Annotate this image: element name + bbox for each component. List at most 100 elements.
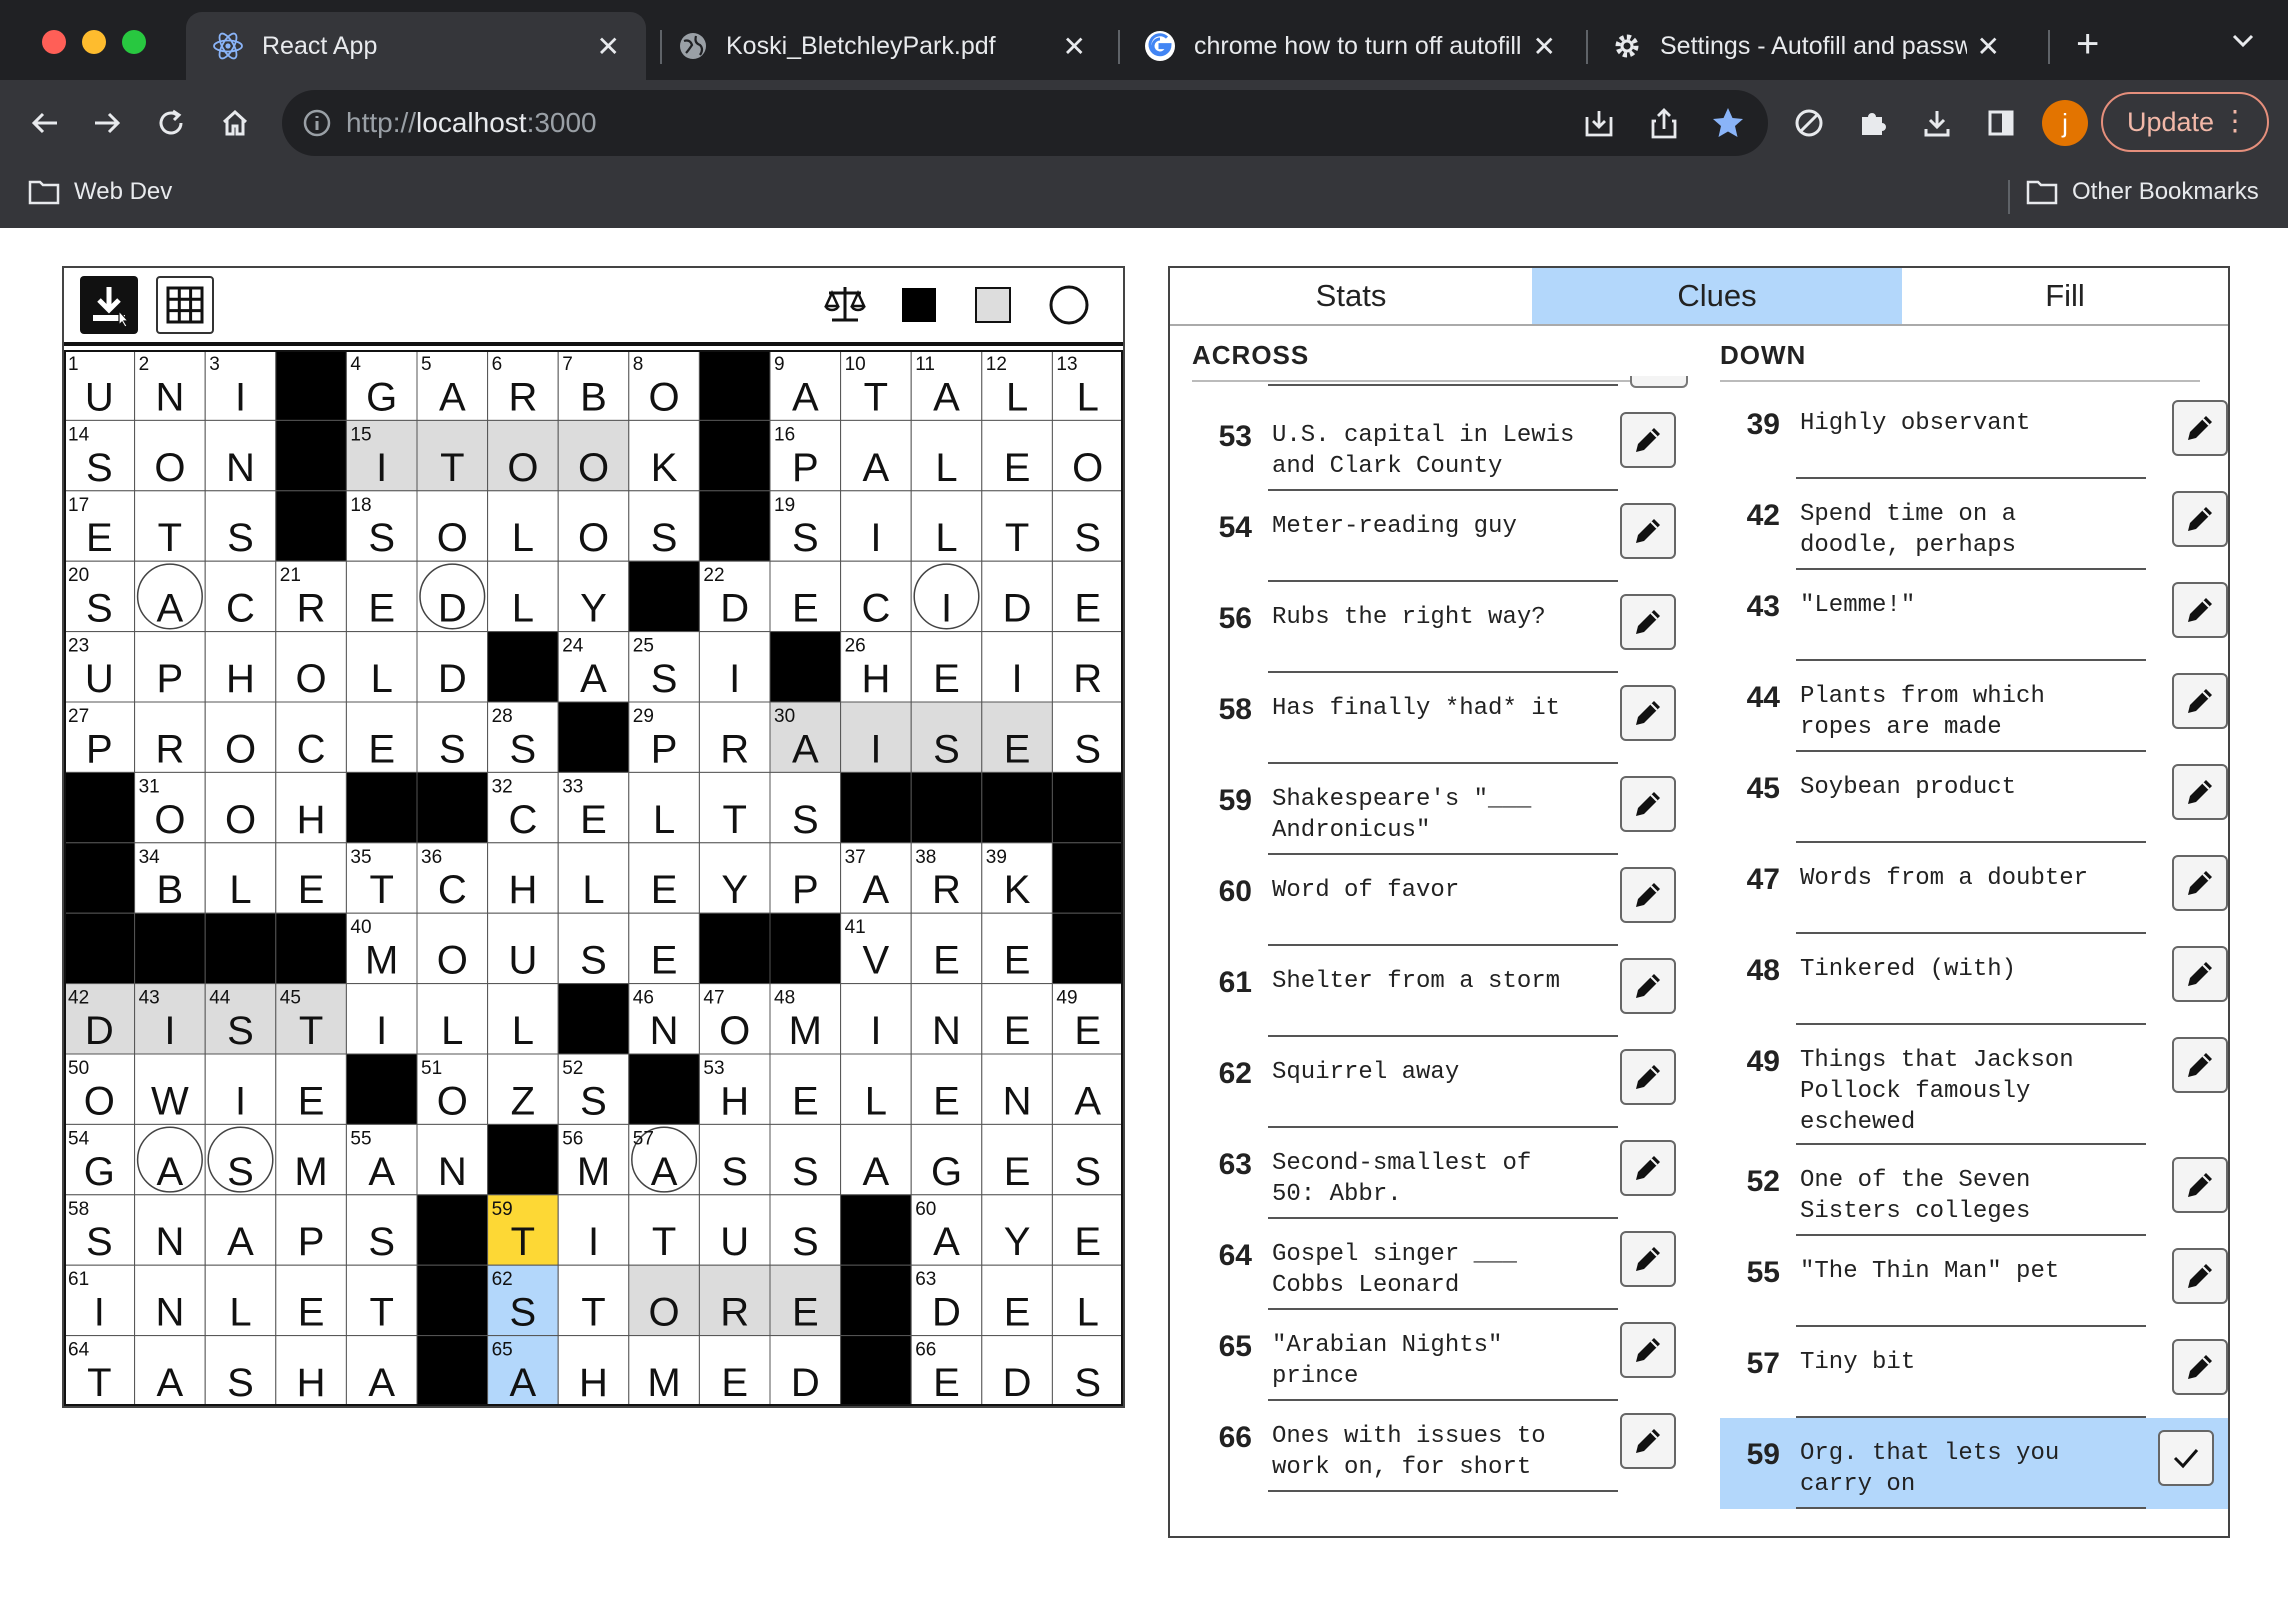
tab-google-search[interactable]: chrome how to turn off autofill ✕ <box>1118 12 1582 80</box>
block-cell[interactable] <box>416 1194 489 1266</box>
down-clue-57[interactable]: 57 Tiny bit <box>1720 1327 2228 1418</box>
block-cell[interactable] <box>628 560 700 633</box>
block-cell[interactable] <box>557 983 630 1055</box>
across-clue-56[interactable]: 56 Rubs the right way? <box>1192 582 1676 673</box>
across-clue-54[interactable]: 54 Meter-reading guy <box>1192 491 1676 582</box>
down-clue-55[interactable]: 55 "The Thin Man" pet <box>1720 1236 2228 1327</box>
edit-clue-button[interactable] <box>1620 685 1676 741</box>
across-clue-59[interactable]: 59 Shakespeare's "___ Andronicus" <box>1192 764 1676 855</box>
forward-button[interactable] <box>82 98 132 148</box>
bookmark-folder-other[interactable]: Other Bookmarks <box>2026 178 2259 206</box>
close-tab-icon[interactable]: ✕ <box>1063 30 1086 63</box>
profile-avatar[interactable]: j <box>2042 100 2088 146</box>
close-window-button[interactable] <box>42 30 66 54</box>
across-clue-65[interactable]: 65 "Arabian Nights" prince <box>1192 1310 1676 1401</box>
edit-clue-button[interactable] <box>1620 412 1676 468</box>
across-clue-64[interactable]: 64 Gospel singer ___ Cobbs Leonard <box>1192 1219 1676 1310</box>
down-clue-45[interactable]: 45 Soybean product <box>1720 752 2228 843</box>
block-cell[interactable] <box>698 912 771 985</box>
block-cell[interactable] <box>840 1194 912 1266</box>
block-cell[interactable] <box>275 490 347 562</box>
down-clue-52[interactable]: 52 One of the Seven Sisters colleges <box>1720 1145 2228 1236</box>
edit-clue-button[interactable] <box>2172 582 2228 638</box>
edit-clue-button[interactable] <box>1620 1049 1676 1105</box>
across-clue-58[interactable]: 58 Has finally *had* it <box>1192 673 1676 764</box>
edit-clue-button[interactable] <box>2172 673 2228 729</box>
block-cell[interactable] <box>63 912 136 985</box>
block-cell[interactable] <box>981 771 1053 844</box>
bookmark-folder-web-dev[interactable]: Web Dev <box>28 178 172 206</box>
tab-search-button[interactable] <box>2230 30 2256 55</box>
close-tab-icon[interactable]: ✕ <box>1977 30 2000 63</box>
bookmark-star-icon[interactable] <box>1710 105 1746 141</box>
down-clue-59[interactable]: 59 Org. that lets you carry on <box>1720 1418 2228 1509</box>
across-clue-53[interactable]: 53 U.S. capital in Lewis and Clark County <box>1192 400 1676 491</box>
block-cell[interactable] <box>63 842 136 914</box>
edit-clue-button[interactable] <box>1620 1140 1676 1196</box>
minimize-window-button[interactable] <box>82 30 106 54</box>
block-cell[interactable] <box>275 349 347 421</box>
across-clue-62[interactable]: 62 Squirrel away <box>1192 1037 1676 1128</box>
block-cell[interactable] <box>487 1123 559 1196</box>
edit-clue-button[interactable] <box>1620 1413 1676 1469</box>
edit-clue-button[interactable] <box>2172 946 2228 1002</box>
down-clue-48[interactable]: 48 Tinkered (with) <box>1720 934 2228 1025</box>
block-cell[interactable] <box>416 771 489 844</box>
side-panel-button[interactable] <box>1976 98 2026 148</box>
down-clue-44[interactable]: 44 Plants from which ropes are made <box>1720 661 2228 752</box>
extensions-button[interactable] <box>1848 98 1898 148</box>
home-button[interactable] <box>210 98 260 148</box>
new-tab-button[interactable]: + <box>2076 22 2099 67</box>
address-bar[interactable]: http://localhost:3000 <box>282 90 1768 156</box>
across-clue-61[interactable]: 61 Shelter from a storm <box>1192 946 1676 1037</box>
block-cell[interactable] <box>345 771 418 844</box>
symmetry-button[interactable] <box>816 276 874 334</box>
edit-clue-button[interactable] <box>1620 776 1676 832</box>
download-button[interactable] <box>80 276 138 334</box>
confirm-clue-button[interactable] <box>2158 1430 2214 1486</box>
black-square-button[interactable] <box>890 276 948 334</box>
edit-clue-button[interactable] <box>1620 594 1676 650</box>
block-cell[interactable] <box>769 912 842 985</box>
info-icon[interactable] <box>302 108 332 138</box>
down-clue-42[interactable]: 42 Spend time on a doodle, perhaps <box>1720 479 2228 570</box>
shade-square-button[interactable] <box>964 276 1022 334</box>
edit-clue-button[interactable] <box>1620 867 1676 923</box>
down-clue-43[interactable]: 43 "Lemme!" <box>1720 570 2228 661</box>
tab-fill[interactable]: Fill <box>1902 268 2228 324</box>
block-cell[interactable] <box>487 631 559 703</box>
down-clue-47[interactable]: 47 Words from a doubter <box>1720 843 2228 934</box>
edit-clue-button[interactable] <box>2172 491 2228 547</box>
block-cell[interactable] <box>698 490 771 562</box>
down-clue-49[interactable]: 49 Things that Jackson Pollock famously e… <box>1720 1025 2228 1145</box>
edit-clue-button[interactable] <box>2172 1339 2228 1395</box>
tab-settings[interactable]: Settings - Autofill and passwords ✕ <box>1586 12 2026 80</box>
across-clue-63[interactable]: 63 Second-smallest of 50: Abbr. <box>1192 1128 1676 1219</box>
block-cell[interactable] <box>840 1264 912 1337</box>
block-cell[interactable] <box>416 1264 489 1337</box>
across-clue-60[interactable]: 60 Word of favor <box>1192 855 1676 946</box>
block-cell[interactable] <box>1051 771 1124 844</box>
edit-clue-button[interactable] <box>2172 1157 2228 1213</box>
back-button[interactable] <box>20 98 70 148</box>
block-cell[interactable] <box>1051 912 1124 985</box>
edit-clue-button[interactable] <box>2172 400 2228 456</box>
edit-clue-button[interactable] <box>2172 855 2228 911</box>
block-button[interactable] <box>1784 98 1834 148</box>
down-clue-39[interactable]: 39 Highly observant <box>1720 388 2228 479</box>
clue-edit-button-partial[interactable] <box>1630 376 1688 388</box>
block-cell[interactable] <box>345 1053 418 1125</box>
edit-clue-button[interactable] <box>1620 958 1676 1014</box>
tab-clues[interactable]: Clues <box>1532 268 1902 324</box>
crossword-grid[interactable]: 1 U 2 N 3 I 4 G 5 A 6 R 7 B 8 O 9 A 10 T 11 A 12 L 13 L 14 S O N 15 I T O… <box>63 349 1124 1407</box>
more-vert-icon[interactable]: ⋮ <box>2221 104 2249 137</box>
circle-button[interactable] <box>1040 276 1098 334</box>
reload-button[interactable] <box>146 98 196 148</box>
block-cell[interactable] <box>769 631 842 703</box>
block-cell[interactable] <box>275 419 347 492</box>
block-cell[interactable] <box>557 701 630 773</box>
install-app-icon[interactable] <box>1582 107 1616 141</box>
block-cell[interactable] <box>63 771 136 844</box>
edit-clue-button[interactable] <box>1620 1231 1676 1287</box>
edit-clue-button[interactable] <box>1620 503 1676 559</box>
